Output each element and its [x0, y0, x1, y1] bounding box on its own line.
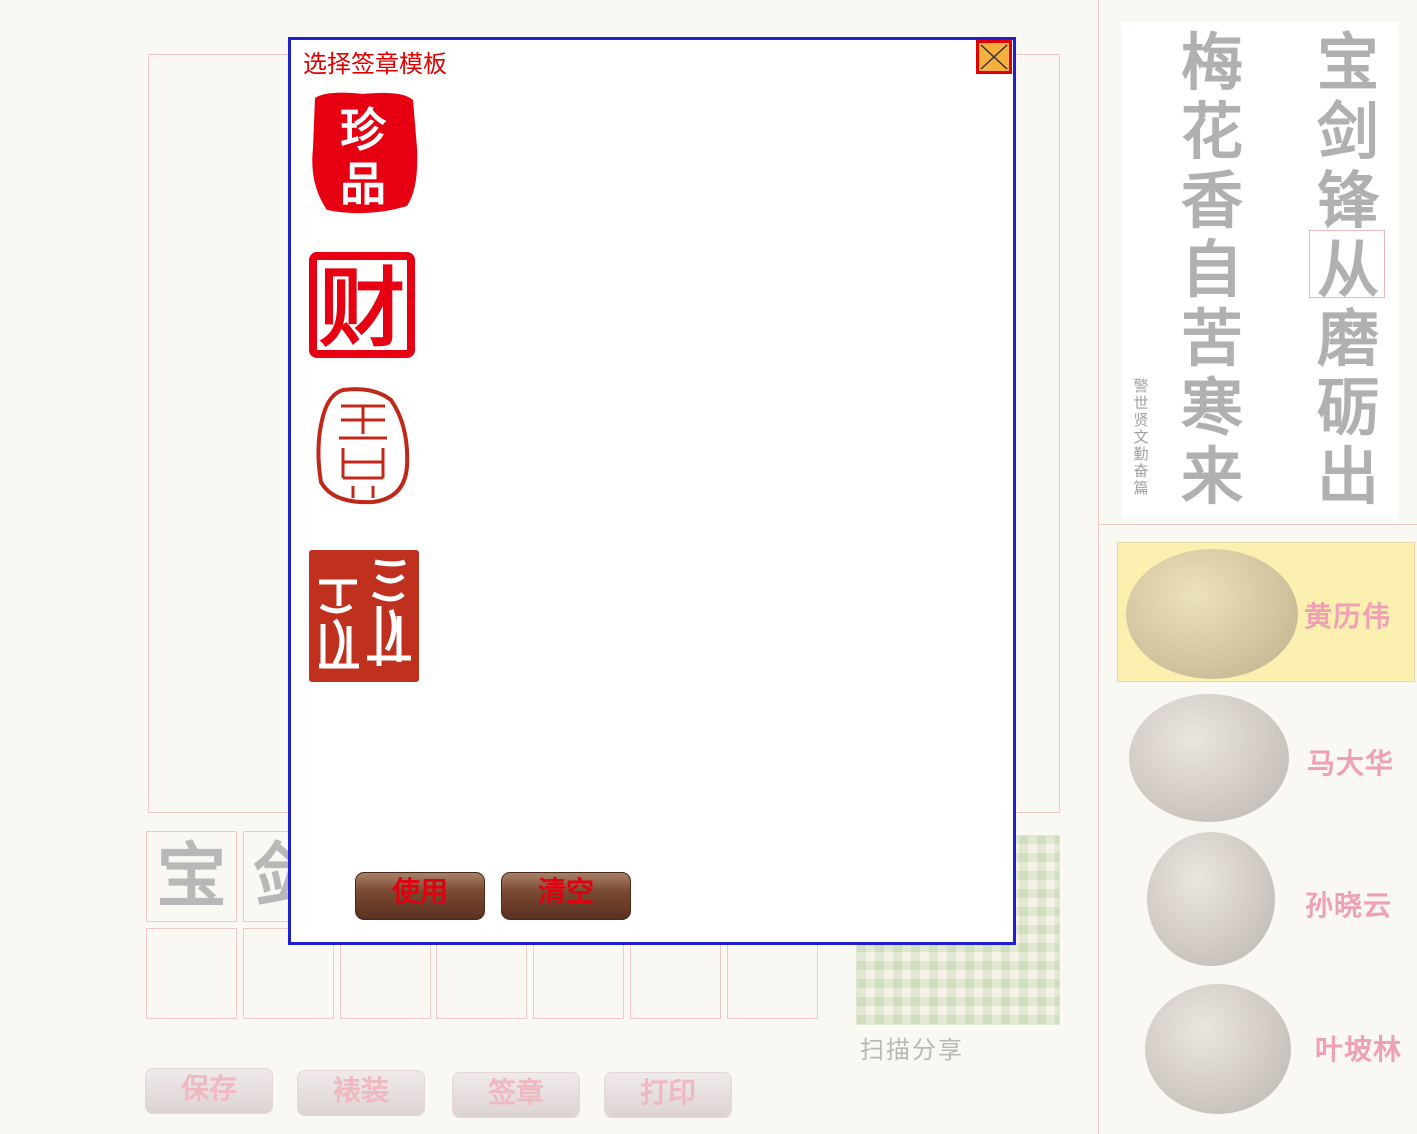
- artist-item[interactable]: 孙晓云: [1117, 830, 1415, 970]
- seal-template[interactable]: 财: [303, 240, 421, 364]
- highlighted-char-box: [1309, 230, 1385, 298]
- mount-button[interactable]: 裱装: [297, 1070, 425, 1116]
- artist-photo: [1147, 832, 1275, 966]
- artist-item[interactable]: 黄历伟: [1117, 542, 1415, 682]
- seal-template[interactable]: [313, 386, 413, 506]
- svg-text:珍: 珍: [340, 103, 387, 157]
- artist-photo: [1126, 549, 1298, 679]
- seal-template[interactable]: 珍 品: [307, 88, 419, 218]
- poem-inscription: 警世贤文勤奋篇: [1133, 377, 1149, 497]
- print-button[interactable]: 打印: [604, 1072, 732, 1118]
- artist-name: 叶坡林: [1315, 1033, 1403, 1066]
- clear-button[interactable]: 清空: [501, 872, 631, 920]
- close-icon: [980, 44, 1008, 70]
- dialog-title: 选择签章模板: [303, 50, 447, 78]
- artist-name: 孙晓云: [1305, 889, 1393, 922]
- artist-name: 黄历伟: [1304, 600, 1392, 633]
- artist-photo: [1145, 984, 1291, 1114]
- preview-char-cell[interactable]: 宝: [146, 831, 237, 922]
- svg-text:品: 品: [340, 157, 386, 211]
- sidebar-divider: [1098, 0, 1099, 1134]
- use-button[interactable]: 使用: [355, 872, 485, 920]
- poem-line: 梅花香自苦寒来: [1180, 26, 1243, 513]
- preview-char: 宝: [156, 834, 227, 917]
- svg-text:财: 财: [319, 258, 405, 359]
- artist-name: 马大华: [1307, 747, 1395, 780]
- empty-cell[interactable]: [146, 928, 237, 1019]
- artist-item[interactable]: 马大华: [1117, 688, 1415, 828]
- sidebar-section-divider: [1098, 524, 1417, 525]
- qr-caption: 扫描分享: [860, 1036, 964, 1064]
- sign-button[interactable]: 签章: [452, 1072, 580, 1118]
- poem-left-column: 梅花香自苦寒来: [1172, 28, 1252, 511]
- seal-template-dialog: 选择签章模板 珍 品 财 使用 清空: [288, 37, 1016, 945]
- poem-sample[interactable]: 宝剑锋从磨砺出 梅花香自苦寒来 警世贤文勤奋篇: [1122, 22, 1398, 519]
- artist-item[interactable]: 叶坡林: [1117, 980, 1415, 1120]
- save-button[interactable]: 保存: [145, 1068, 273, 1114]
- seal-template[interactable]: [305, 546, 423, 686]
- close-button[interactable]: [976, 40, 1012, 74]
- artist-photo: [1129, 694, 1289, 822]
